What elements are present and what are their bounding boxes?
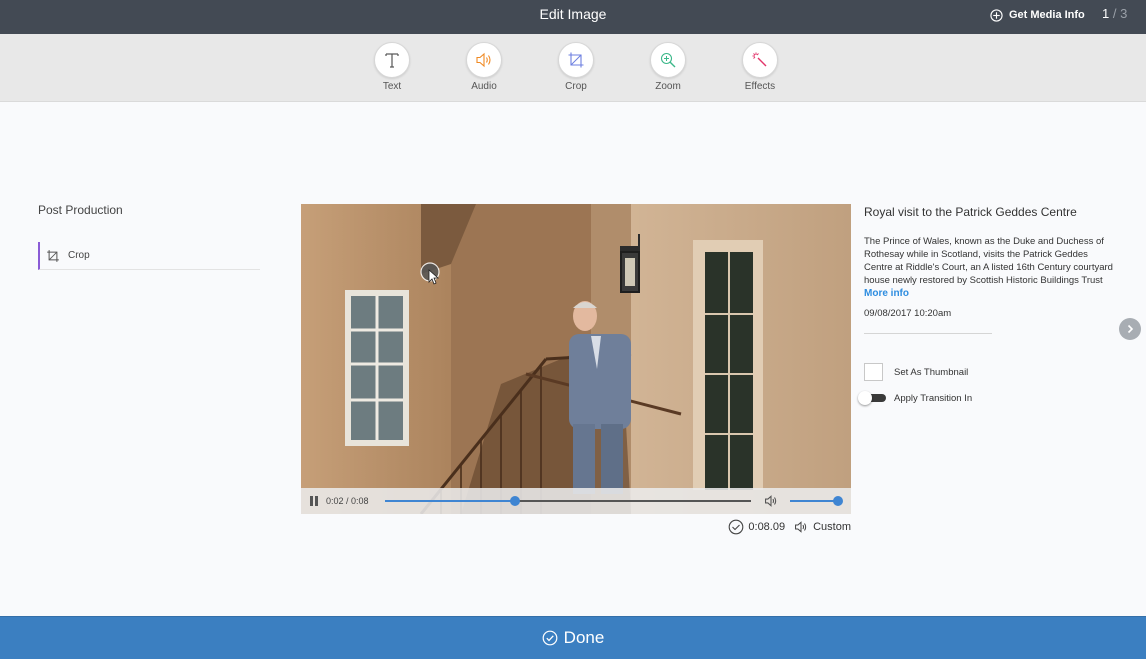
tool-crop-circle[interactable]: [558, 42, 594, 78]
tool-effects-label: Effects: [744, 81, 776, 92]
check-circle-icon: [542, 630, 558, 646]
plus-circle-icon: [990, 8, 1003, 22]
set-thumbnail-label: Set As Thumbnail: [894, 366, 969, 378]
tool-text[interactable]: Text: [362, 42, 422, 92]
seek-handle[interactable]: [509, 496, 520, 506]
pager: 1 / 3: [1102, 6, 1127, 21]
transition-row: Apply Transition In: [858, 391, 972, 405]
media-date: 09/08/2017 10:20am: [864, 308, 952, 319]
tool-zoom[interactable]: Zoom: [638, 42, 698, 92]
tool-crop-label: Crop: [565, 81, 587, 92]
tool-zoom-label: Zoom: [655, 81, 681, 92]
apply-transition-label: Apply Transition In: [894, 392, 973, 404]
video-player[interactable]: 0:02 / 0:08: [301, 204, 851, 514]
set-thumbnail-row: Set As Thumbnail: [864, 363, 968, 381]
post-production-item-label: Crop: [68, 250, 90, 261]
media-title: Royal visit to the Patrick Geddes Centre: [864, 205, 1077, 219]
volume-icon: [765, 495, 777, 507]
more-info-link[interactable]: More info: [864, 288, 1116, 299]
done-button[interactable]: Done: [0, 616, 1146, 659]
get-media-info-button[interactable]: Get Media Info: [990, 7, 1085, 23]
magic-wand-icon: [752, 52, 767, 67]
text-icon: [385, 53, 399, 68]
tool-audio-label: Audio: [471, 81, 497, 92]
page-title: Edit Image: [539, 6, 607, 22]
get-media-info-label: Get Media Info: [1009, 9, 1085, 21]
pager-separator: /: [1112, 6, 1117, 21]
tool-audio-circle[interactable]: [466, 42, 502, 78]
clip-meta: 0:08.09 Custom: [726, 519, 851, 535]
crop-icon: [47, 249, 59, 262]
audio-mode[interactable]: Custom: [813, 521, 851, 533]
volume-handle[interactable]: [833, 496, 843, 506]
apply-transition-toggle[interactable]: [858, 391, 886, 405]
tool-crop[interactable]: Crop: [546, 42, 606, 92]
set-thumbnail-checkbox[interactable]: [864, 363, 883, 381]
media-description: The Prince of Wales, known as the Duke a…: [864, 236, 1113, 286]
post-production-title: Post Production: [38, 203, 123, 217]
tool-effects-circle[interactable]: [742, 42, 778, 78]
tool-text-circle[interactable]: [374, 42, 410, 78]
tool-effects[interactable]: Effects: [730, 42, 790, 92]
player-controls: 0:02 / 0:08: [301, 488, 851, 514]
pager-current: 1: [1102, 6, 1110, 21]
tool-audio[interactable]: Audio: [454, 42, 514, 92]
audio-icon: [476, 52, 491, 68]
pager-total: 3: [1120, 6, 1128, 21]
clock-icon: [729, 519, 744, 535]
volume-slider[interactable]: [790, 496, 843, 506]
tool-zoom-circle[interactable]: [650, 42, 686, 78]
chevron-right-icon: [1127, 324, 1134, 334]
edit-toolbar: Text Audio Crop Zoom Effects: [0, 34, 1146, 102]
post-production-item-crop[interactable]: Crop: [38, 242, 260, 270]
done-label: Done: [563, 628, 605, 647]
divider: [864, 333, 992, 334]
pause-button[interactable]: [309, 496, 319, 506]
next-arrow-button[interactable]: [1119, 318, 1141, 340]
tool-text-label: Text: [382, 81, 402, 92]
audio-icon: [795, 521, 807, 533]
media-info-panel: Royal visit to the Patrick Geddes Centre…: [864, 204, 1116, 334]
top-bar: Edit Image Get Media Info 1 / 3: [0, 0, 1146, 34]
crop-icon: [568, 52, 584, 68]
video-frame: [301, 204, 851, 514]
zoom-icon: [660, 52, 676, 68]
clip-duration[interactable]: 0:08.09: [748, 521, 785, 533]
seek-bar[interactable]: [385, 496, 751, 506]
playback-time: 0:02 / 0:08: [326, 496, 369, 506]
mute-button[interactable]: [763, 494, 779, 513]
seek-progress: [385, 500, 515, 502]
